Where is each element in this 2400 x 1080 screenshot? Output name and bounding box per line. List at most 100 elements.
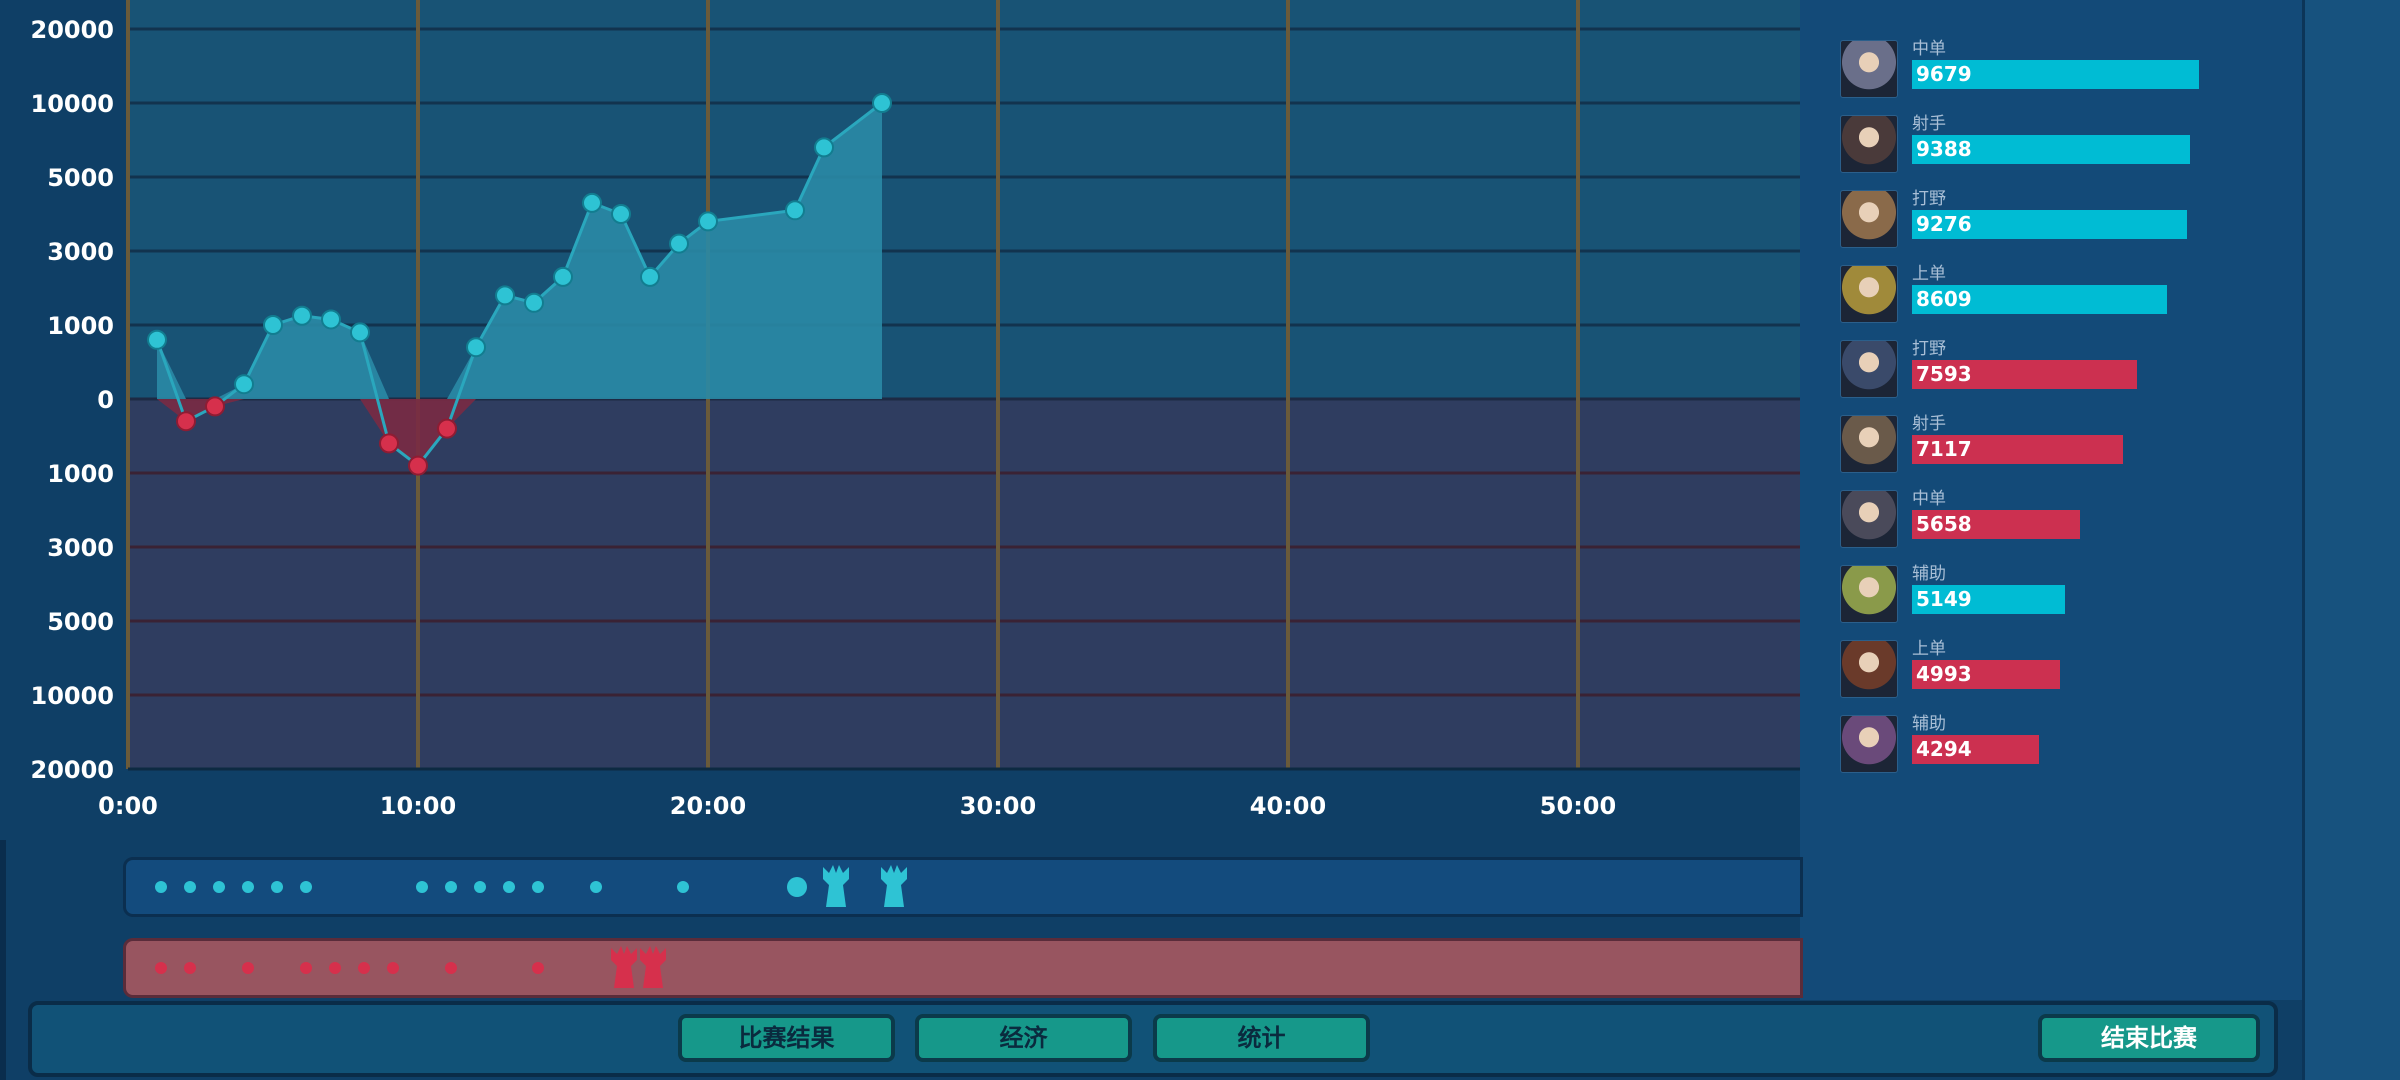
silver-armored-hero-portrait bbox=[1840, 40, 1898, 98]
hero-row: 中单 5658 bbox=[1840, 489, 2280, 550]
data-point-positive bbox=[814, 137, 834, 158]
data-point-positive bbox=[234, 374, 254, 395]
hero-role-label: 辅助 bbox=[1912, 714, 1946, 734]
economy-value: 5149 bbox=[1916, 587, 1972, 611]
economy-bar: 9388 bbox=[1912, 135, 2190, 164]
economy-bar: 9679 bbox=[1912, 60, 2199, 89]
data-point-positive bbox=[321, 309, 341, 330]
x-tick-label: 30:00 bbox=[960, 792, 1036, 820]
hero-role-label: 上单 bbox=[1912, 264, 1946, 284]
data-point-positive bbox=[669, 233, 689, 254]
hero-row: 打野 9276 bbox=[1840, 189, 2280, 250]
hero-role-label: 中单 bbox=[1912, 489, 1946, 509]
economy-value: 4294 bbox=[1916, 737, 1972, 761]
data-point-positive bbox=[524, 292, 544, 313]
hero-row: 上单 8609 bbox=[1840, 264, 2280, 325]
horned-helmet-hero-portrait bbox=[1840, 565, 1898, 623]
data-point-negative bbox=[437, 418, 457, 439]
economy-bar: 4993 bbox=[1912, 660, 2060, 689]
economy-difference-chart: 2000010000500030001000010003000500010000… bbox=[0, 0, 1800, 840]
hero-role-label: 辅助 bbox=[1912, 564, 1946, 584]
positive-zone bbox=[128, 0, 1800, 399]
data-point-positive bbox=[698, 211, 718, 232]
economy-value: 9276 bbox=[1916, 212, 1972, 236]
data-point-positive bbox=[611, 204, 631, 224]
y-tick-label: 10000 bbox=[31, 682, 115, 710]
hero-row: 射手 7117 bbox=[1840, 414, 2280, 475]
blue-team-timeline bbox=[123, 857, 1803, 917]
economy-bar: 7117 bbox=[1912, 435, 2123, 464]
economy-bar: 7593 bbox=[1912, 360, 2137, 389]
y-tick-label: 5000 bbox=[47, 608, 114, 636]
economy-bar: 5149 bbox=[1912, 585, 2065, 614]
data-point-positive bbox=[350, 322, 370, 343]
x-tick-label: 40:00 bbox=[1250, 792, 1326, 820]
hero-row: 上单 4993 bbox=[1840, 639, 2280, 700]
hero-row: 中单 9679 bbox=[1840, 39, 2280, 100]
purple-haired-hero-portrait bbox=[1840, 715, 1898, 773]
data-point-negative bbox=[205, 396, 225, 417]
y-tick-label: 1000 bbox=[47, 460, 114, 488]
economy-bar: 8609 bbox=[1912, 285, 2167, 314]
hero-row: 射手 9388 bbox=[1840, 114, 2280, 175]
hero-role-label: 打野 bbox=[1912, 189, 1946, 209]
economy-value: 7117 bbox=[1916, 437, 1972, 461]
y-tick-label: 10000 bbox=[31, 90, 115, 118]
data-point-negative bbox=[379, 433, 399, 454]
economy-value: 9388 bbox=[1916, 137, 1972, 161]
economy-bar: 4294 bbox=[1912, 735, 2039, 764]
data-point-positive bbox=[582, 192, 602, 213]
white-haired-hero-portrait bbox=[1840, 190, 1898, 248]
statistics-tab[interactable]: 统计 bbox=[1153, 1014, 1370, 1062]
data-point-positive bbox=[640, 266, 660, 287]
economy-value: 8609 bbox=[1916, 287, 1972, 311]
economy-bar: 5658 bbox=[1912, 510, 2080, 539]
hero-role-label: 射手 bbox=[1912, 114, 1946, 134]
y-tick-label: 3000 bbox=[47, 238, 114, 266]
y-tick-label: 20000 bbox=[31, 756, 115, 784]
hero-row: 辅助 4294 bbox=[1840, 714, 2280, 775]
end-match-button[interactable]: 结束比赛 bbox=[2038, 1014, 2260, 1062]
x-tick-label: 0:00 bbox=[98, 792, 158, 820]
hero-role-label: 射手 bbox=[1912, 414, 1946, 434]
data-point-negative bbox=[408, 455, 428, 476]
economy-value: 9679 bbox=[1916, 62, 1972, 86]
match-result-tab[interactable]: 比赛结果 bbox=[678, 1014, 895, 1062]
dark-haired-archer-portrait bbox=[1840, 115, 1898, 173]
hero-row: 辅助 5149 bbox=[1840, 564, 2280, 625]
data-point-positive bbox=[553, 266, 573, 287]
hero-role-label: 上单 bbox=[1912, 639, 1946, 659]
data-point-positive bbox=[147, 329, 167, 350]
masked-hero-portrait bbox=[1840, 340, 1898, 398]
x-tick-label: 50:00 bbox=[1540, 792, 1616, 820]
y-tick-label: 0 bbox=[97, 386, 114, 414]
x-tick-label: 20:00 bbox=[670, 792, 746, 820]
straw-hat-hero-portrait bbox=[1840, 490, 1898, 548]
economy-value: 4993 bbox=[1916, 662, 1972, 686]
y-tick-label: 20000 bbox=[31, 16, 115, 44]
y-tick-label: 1000 bbox=[47, 312, 114, 340]
data-point-positive bbox=[785, 200, 805, 221]
hero-role-label: 打野 bbox=[1912, 339, 1946, 359]
data-point-positive bbox=[466, 337, 486, 358]
data-point-negative bbox=[176, 411, 196, 432]
hero-role-label: 中单 bbox=[1912, 39, 1946, 59]
hero-row: 打野 7593 bbox=[1840, 339, 2280, 400]
bearded-warrior-portrait bbox=[1840, 640, 1898, 698]
data-point-positive bbox=[263, 315, 283, 335]
data-point-positive bbox=[495, 285, 515, 306]
economy-value: 7593 bbox=[1916, 362, 1972, 386]
economy-bar: 9276 bbox=[1912, 210, 2187, 239]
y-tick-label: 5000 bbox=[47, 164, 114, 192]
data-point-positive bbox=[292, 305, 312, 326]
x-tick-label: 10:00 bbox=[380, 792, 456, 820]
negative-zone bbox=[128, 399, 1800, 769]
economy-value: 5658 bbox=[1916, 512, 1972, 536]
data-point-positive bbox=[872, 93, 892, 113]
y-tick-label: 3000 bbox=[47, 534, 114, 562]
hero-economy-panel: 中单 9679 射手 9388 打野 9276 上单 8609 打野 7593 射手 7117 中单 56… bbox=[1800, 0, 2302, 1000]
right-edge-strip bbox=[2302, 0, 2400, 1080]
economy-tab[interactable]: 经济 bbox=[915, 1014, 1132, 1062]
hat-wearing-hero-portrait bbox=[1840, 415, 1898, 473]
golden-armored-hero-portrait bbox=[1840, 265, 1898, 323]
